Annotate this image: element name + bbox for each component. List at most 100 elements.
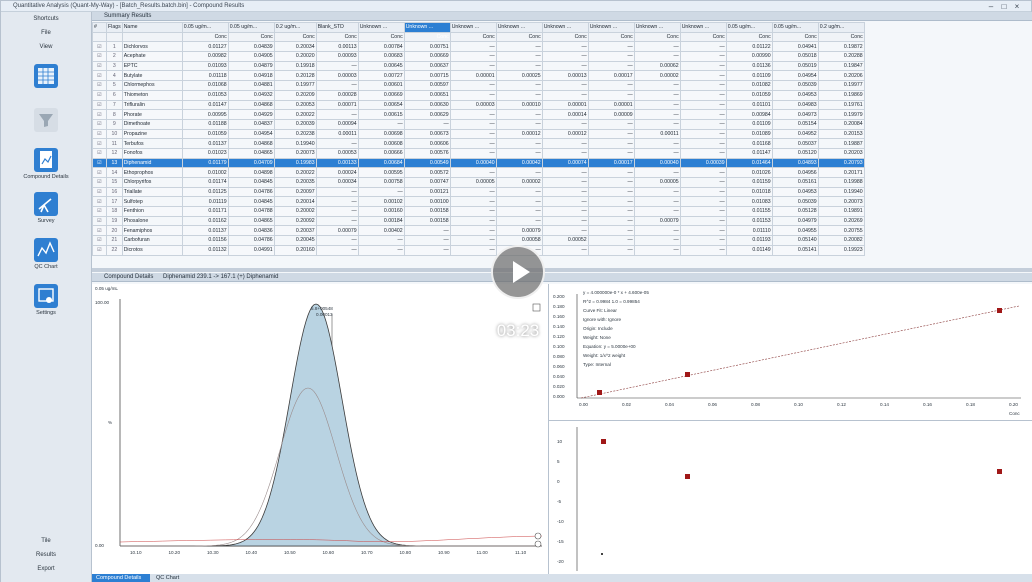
column-header-sample[interactable]: Blank_STD	[315, 22, 359, 33]
table-row[interactable]: ☑ 8 Phorate 0.00995 0.04929 0.20022—0.00615 0.…	[92, 109, 865, 120]
table-row[interactable]: ☑ 2 Acephate 0.00982 0.04905 0.20020 0.00093 0.…	[92, 51, 865, 62]
table-row[interactable]: ☑ 9 Dimethoate 0.01188 0.04837 0.20039 0.00094…	[92, 118, 865, 130]
column-header-flags[interactable]: Flags	[106, 22, 123, 33]
row-checkbox[interactable]: ☑	[92, 138, 107, 149]
column-header-name[interactable]: Name	[121, 22, 183, 33]
menu-view[interactable]: View	[1, 44, 91, 50]
zoom-out-icon[interactable]	[534, 532, 542, 540]
table-row[interactable]: ☑ 12 Fonofos 0.01023 0.04865 0.20073 0.00053 0.…	[92, 147, 865, 159]
column-header-sample[interactable]: 0.2 ug/m...	[273, 22, 317, 33]
table-row[interactable]: ☑ 11 Terbufos 0.01137 0.04868 0.19940—0.00608…	[92, 138, 865, 149]
row-checkbox[interactable]: ☑	[92, 147, 107, 159]
column-header-sample[interactable]: Unknown ...	[633, 22, 681, 33]
row-checkbox[interactable]: ☑	[92, 109, 107, 120]
sidebar-footer-results[interactable]: Results	[1, 552, 91, 558]
table-row[interactable]: ☑ 6 Thiometon 0.01053 0.04932 0.20209 0.00028 0…	[92, 89, 865, 101]
column-header-sample[interactable]: Unknown ...	[679, 22, 727, 33]
table-row[interactable]: ☑ 15 Chlorpyrifos 0.01174 0.04845 0.20035 0.00…	[92, 177, 865, 188]
sidebar-item-table[interactable]	[27, 64, 65, 98]
residual-point[interactable]	[601, 439, 606, 444]
menu-file[interactable]: File	[1, 30, 91, 36]
row-checkbox[interactable]: ☑	[92, 80, 107, 91]
table-row[interactable]: ☑ 10 Propazine 0.01059 0.04954 0.20238 0.00011…	[92, 128, 865, 140]
table-row[interactable]: ☑ 14 Ethoprophos 0.01002 0.04898 0.20022 0.000…	[92, 167, 865, 178]
row-checkbox[interactable]: ☑	[92, 225, 107, 237]
sidebar-item-qc-chart[interactable]: QC Chart	[27, 238, 65, 272]
row-conc-value: 0.00005	[633, 177, 681, 188]
sidebar-item-compound-details[interactable]: Compound Details	[23, 148, 69, 182]
column-header-row-number[interactable]: #	[92, 22, 107, 33]
table-row[interactable]: ☑ 7 Trifluralin 0.01147 0.04868 0.20053 0.0007…	[92, 99, 865, 111]
row-checkbox[interactable]: ☑	[92, 244, 107, 256]
table-row[interactable]: ☑ 5 Chlormephos 0.01068 0.04881 0.19977—0.006…	[92, 80, 865, 91]
column-header-sample[interactable]: Unknown ...	[449, 22, 497, 33]
residuals-pane[interactable]: 10 5 0 -5 -10 -15 -20	[549, 421, 1032, 574]
calibration-point[interactable]	[597, 390, 602, 395]
row-checkbox[interactable]: ☑	[92, 60, 107, 72]
row-conc-value: 0.00100	[403, 196, 451, 208]
calibration-point[interactable]	[685, 372, 690, 377]
tab-compound-details[interactable]: Compound Details	[92, 574, 150, 582]
chromatogram-settings-icon[interactable]	[532, 303, 541, 312]
table-row[interactable]: ☑ 3 EPTC 0.01093 0.04879 0.19918—0.00645 0.006…	[92, 60, 865, 72]
row-checkbox[interactable]: ☑	[92, 215, 107, 227]
sidebar-footer-export[interactable]: Export	[1, 566, 91, 572]
row-conc-value: 0.00549	[403, 157, 451, 169]
calibration-point[interactable]	[997, 308, 1002, 313]
column-header-sample[interactable]: 0.05 ug/m...	[227, 22, 275, 33]
table-row[interactable]: ☑ 17 Sulfotep 0.01119 0.04845 0.20014—0.00102…	[92, 196, 865, 208]
maximize-icon[interactable]: □	[999, 2, 1009, 11]
table-row[interactable]: ☑ 21 Carbofuran 0.01156 0.04786 0.20045— — — —0.…	[92, 235, 865, 246]
row-checkbox[interactable]: ☑	[92, 157, 107, 169]
residual-point[interactable]	[997, 469, 1002, 474]
column-header-sample[interactable]: Unknown ...	[403, 22, 451, 33]
column-header-sample[interactable]: Unknown ...	[495, 22, 543, 33]
row-checkbox[interactable]: ☑	[92, 186, 107, 198]
row-conc-value: —	[403, 225, 451, 237]
row-checkbox[interactable]: ☑	[92, 51, 107, 62]
minimize-icon[interactable]: –	[986, 2, 996, 11]
pane-splitter[interactable]	[92, 268, 1032, 272]
row-conc-value: 0.01171	[181, 206, 229, 217]
column-header-sample[interactable]: 0.2 ug/m...	[817, 22, 865, 33]
row-conc-value: 0.01118	[181, 70, 229, 82]
table-row[interactable]: ☑ 22 Dicrotos 0.01132 0.04991 0.20160— — — — — — — —…	[92, 244, 865, 256]
column-header-sample[interactable]: 0.05 ug/m...	[771, 22, 819, 33]
row-checkbox[interactable]: ☑	[92, 99, 107, 111]
residual-point[interactable]	[601, 553, 603, 555]
row-checkbox[interactable]: ☑	[92, 177, 107, 188]
row-checkbox[interactable]: ☑	[92, 206, 107, 217]
row-checkbox[interactable]: ☑	[92, 70, 107, 82]
table-row[interactable]: ☑ 20 Fenamiphos 0.01137 0.04836 0.20037 0.0007…	[92, 225, 865, 237]
table-row[interactable]: ☑ 18 Fenthion 0.01171 0.04788 0.20002—0.00160…	[92, 206, 865, 217]
row-checkbox[interactable]: ☑	[92, 196, 107, 208]
column-header-sample[interactable]: Unknown ...	[587, 22, 635, 33]
row-conc-value: 0.04868	[227, 99, 275, 111]
table-row[interactable]: ☑ 4 Butylate 0.01118 0.04918 0.20128 0.00003 0.…	[92, 70, 865, 82]
column-header-sample[interactable]: Unknown ...	[541, 22, 589, 33]
calibration-pane[interactable]: 0.200 0.180 0.160 0.140 0.120 0.100 0.080 0.060…	[549, 284, 1032, 421]
row-checkbox[interactable]: ☑	[92, 118, 107, 130]
row-checkbox[interactable]: ☑	[92, 235, 107, 246]
row-checkbox[interactable]: ☑	[92, 89, 107, 101]
close-icon[interactable]: ×	[1012, 2, 1022, 11]
table-row[interactable]: ☑ 16 Triallate 0.01125 0.04786 0.20097— —0.001…	[92, 186, 865, 198]
residual-point[interactable]	[685, 474, 690, 479]
column-header-sample[interactable]: Unknown ...	[357, 22, 405, 33]
row-checkbox[interactable]: ☑	[92, 128, 107, 140]
sidebar-item-filter[interactable]	[27, 108, 65, 142]
table-row[interactable]: ☑ 13 Diphenamid 0.01179 0.04709 0.19983 0.0013…	[92, 157, 865, 169]
sidebar-item-survey[interactable]: Survey	[27, 192, 65, 226]
column-header-sample[interactable]: 0.05 ug/m...	[181, 22, 229, 33]
sidebar-item-settings[interactable]: Settings	[27, 284, 65, 318]
tab-qc-chart[interactable]: QC Chart	[152, 574, 196, 582]
row-checkbox[interactable]: ☑	[92, 167, 107, 178]
sidebar-footer-tile[interactable]: Tile	[1, 538, 91, 544]
video-play-button[interactable]	[491, 245, 545, 299]
zoom-in-icon[interactable]	[534, 540, 542, 548]
table-row[interactable]: ☑ 1 Dichlorvos 0.01127 0.04839 0.20034 0.00113…	[92, 41, 865, 53]
row-conc-value: 0.01159	[725, 177, 773, 188]
row-checkbox[interactable]: ☑	[92, 41, 107, 53]
table-row[interactable]: ☑ 19 Phosalone 0.01162 0.04865 0.20092—0.0018…	[92, 215, 865, 227]
column-header-sample[interactable]: 0.05 ug/m...	[725, 22, 773, 33]
